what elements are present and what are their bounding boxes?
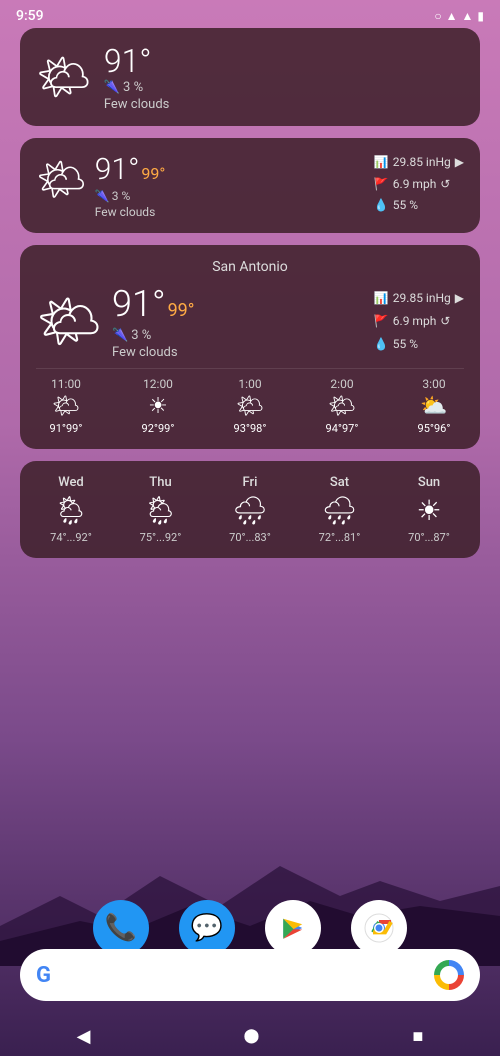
condition-medium: Few clouds (95, 205, 166, 219)
hourly-item: 1:00 🌤 93°98° (220, 377, 280, 435)
weekly-day: Thu (149, 475, 171, 490)
hourly-icon: 🌤 (328, 394, 356, 419)
weather-widget-weekly[interactable]: Wed 🌦 74°...92° Thu 🌦 75°...92° Fri 🌧 70… (20, 461, 480, 558)
hourly-temps: 92°99° (142, 422, 175, 435)
weekly-day: Sun (418, 475, 440, 490)
phone-app-icon[interactable]: 📞 (93, 900, 149, 956)
umbrella-icon-small: 🌂 (104, 80, 120, 95)
weekly-day: Wed (58, 475, 84, 490)
signal-icon: ▲ (462, 9, 474, 23)
status-bar: 9:59 ○ ▲ ▲ ▮ (0, 0, 500, 28)
weekly-day: Sat (330, 475, 349, 490)
hourly-icon: ⛅ (420, 394, 447, 419)
weekly-item: Wed 🌦 74°...92° (36, 475, 106, 544)
google-logo: G (36, 963, 51, 988)
stats-large: 📊 29.85 inHg ▶ 🚩 6.9 mph ↺ 💧 55 % (374, 287, 464, 355)
weekly-icon: 🌦 (53, 494, 89, 527)
battery-icon: ▮ (477, 9, 484, 23)
weather-widget-large[interactable]: San Antonio 🌤 91° 99° 🌂 3 % Few clouds 📊… (20, 245, 480, 449)
wind-icon-large: 🚩 (374, 310, 389, 333)
pressure-icon-medium: 📊 (374, 152, 389, 174)
hourly-hour: 11:00 (51, 377, 81, 391)
weather-icon-small: 🌤 (36, 51, 92, 103)
temp-medium: 91° (95, 152, 140, 187)
precip-small: 🌂 3 % (104, 80, 170, 95)
chrome-app-icon[interactable] (351, 900, 407, 956)
wifi-icon: ▲ (446, 9, 458, 23)
weekly-icon: 🌧 (232, 494, 268, 527)
weekly-item: Thu 🌦 75°...92° (126, 475, 196, 544)
weekly-temps: 75°...92° (140, 531, 182, 544)
umbrella-icon-medium: 🌂 (95, 189, 110, 203)
condition-large: Few clouds (112, 345, 195, 360)
weather-widget-medium[interactable]: 🌤 91° 99° 🌂 3 % Few clouds 📊 29.85 inHg … (20, 138, 480, 233)
precip-medium: 🌂 3 % (95, 189, 166, 203)
humidity-icon-medium: 💧 (374, 195, 389, 217)
weekly-day: Fri (243, 475, 258, 490)
hourly-icon: 🌤 (236, 394, 264, 419)
humidity-icon-large: 💧 (374, 333, 389, 356)
status-icons: ○ ▲ ▲ ▮ (434, 9, 484, 23)
hourly-icon: ☀ (148, 394, 168, 419)
hourly-item: 2:00 🌤 94°97° (312, 377, 372, 435)
hourly-temps: 94°97° (326, 422, 359, 435)
condition-small: Few clouds (104, 97, 170, 112)
weekly-icon: 🌦 (143, 494, 179, 527)
weekly-temps: 70°...83° (229, 531, 271, 544)
wind-icon-medium: 🚩 (374, 174, 389, 196)
play-store-app-icon[interactable] (265, 900, 321, 956)
weekly-temps: 70°...87° (408, 531, 450, 544)
hourly-forecast: 11:00 🌤 91°99° 12:00 ☀ 92°99° 1:00 🌤 93°… (36, 368, 464, 435)
temp-high-large: 99° (168, 300, 195, 321)
home-button[interactable]: ⬤ (244, 1028, 260, 1044)
weekly-icon: ☀ (416, 494, 441, 527)
recents-button[interactable]: ■ (413, 1026, 424, 1047)
weather-widget-small[interactable]: 🌤 91° 🌂 3 % Few clouds (20, 28, 480, 126)
weekly-forecast: Wed 🌦 74°...92° Thu 🌦 75°...92° Fri 🌧 70… (36, 475, 464, 544)
status-time: 9:59 (16, 8, 44, 24)
hourly-item: 3:00 ⛅ 95°96° (404, 377, 464, 435)
temp-large: 91° (112, 283, 166, 325)
hourly-icon: 🌤 (52, 394, 80, 419)
hourly-hour: 3:00 (422, 377, 445, 391)
stats-medium: 📊 29.85 inHg ▶ 🚩 6.9 mph ↺ 💧 55 % (374, 152, 464, 217)
temp-small: 91° (104, 42, 170, 80)
weekly-item: Fri 🌧 70°...83° (215, 475, 285, 544)
hourly-temps: 95°96° (418, 422, 451, 435)
weather-icon-large: 🌤 (36, 291, 102, 352)
app-dock: 📞 💬 (0, 900, 500, 956)
weekly-temps: 74°...92° (50, 531, 92, 544)
messages-app-icon[interactable]: 💬 (179, 900, 235, 956)
weekly-temps: 72°...81° (319, 531, 361, 544)
circle-icon: ○ (434, 9, 441, 23)
weekly-item: Sun ☀ 70°...87° (394, 475, 464, 544)
hourly-hour: 1:00 (238, 377, 261, 391)
search-bar[interactable]: G (20, 949, 480, 1001)
weather-icon-medium: 🌤 (36, 156, 87, 203)
city-name: San Antonio (36, 259, 464, 275)
back-button[interactable]: ◀ (77, 1026, 91, 1047)
pressure-icon-large: 📊 (374, 287, 389, 310)
weekly-icon: 🌧 (322, 494, 358, 527)
hourly-hour: 12:00 (143, 377, 173, 391)
hourly-hour: 2:00 (330, 377, 353, 391)
temp-high-medium: 99° (141, 164, 165, 183)
weekly-item: Sat 🌧 72°...81° (305, 475, 375, 544)
hourly-temps: 91°99° (50, 422, 83, 435)
hourly-item: 11:00 🌤 91°99° (36, 377, 96, 435)
hourly-item: 12:00 ☀ 92°99° (128, 377, 188, 435)
nav-bar: ◀ ⬤ ■ (0, 1020, 500, 1056)
umbrella-icon-large: 🌂 (112, 328, 128, 343)
precip-large: 🌂 3 % (112, 328, 195, 343)
google-assistant-icon[interactable] (434, 960, 464, 990)
hourly-temps: 93°98° (234, 422, 267, 435)
